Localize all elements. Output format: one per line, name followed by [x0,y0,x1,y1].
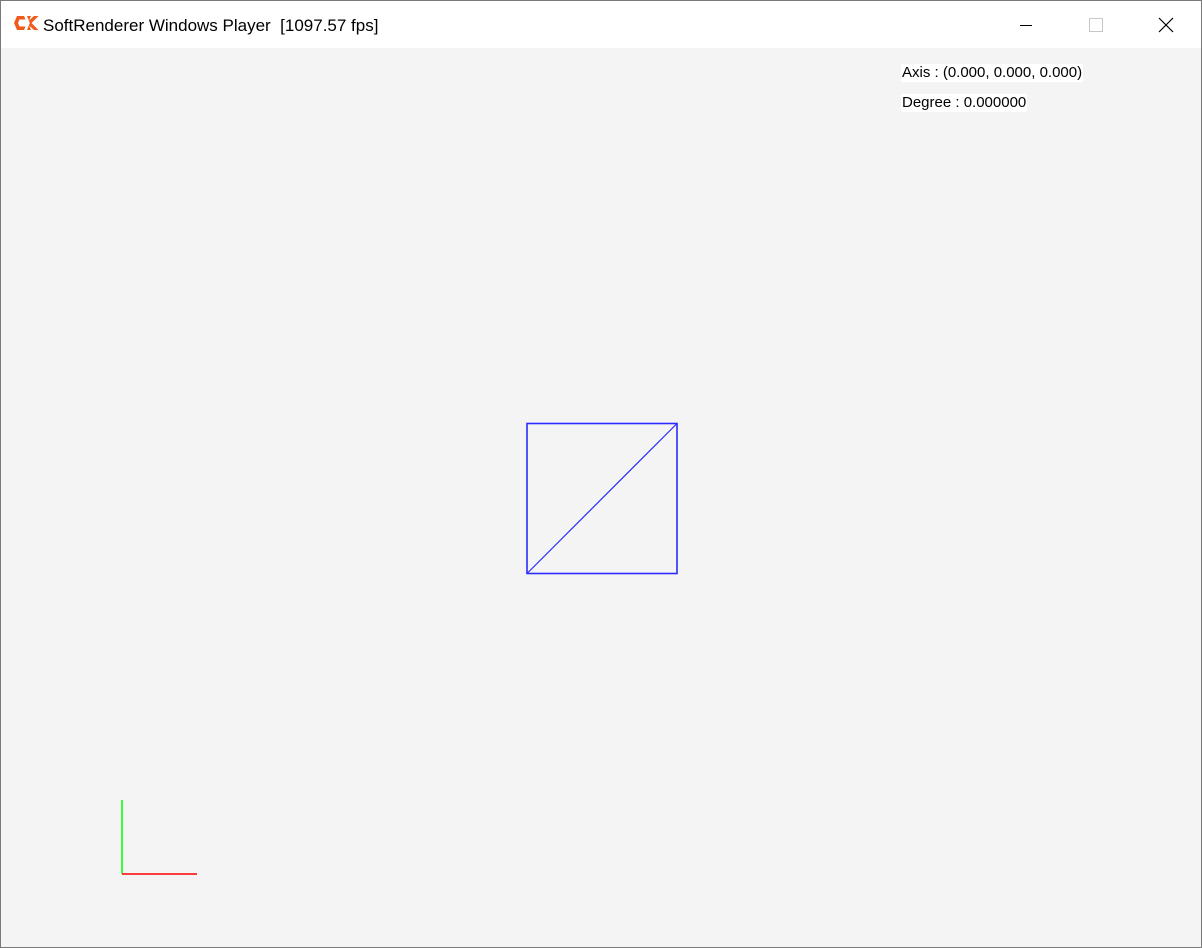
ck-logo-icon [14,16,39,30]
minimize-icon [1020,24,1032,26]
axis-readout: Axis : (0.000, 0.000, 0.000) [901,64,1084,82]
title-bar[interactable]: SoftRenderer Windows Player [1097.57 fps… [1,1,1201,48]
render-viewport[interactable]: Axis : (0.000, 0.000, 0.000) Degree : 0.… [1,48,1201,947]
quad-diagonal [526,423,678,574]
softrenderer-window: SoftRenderer Windows Player [1097.57 fps… [0,0,1202,948]
render-canvas [121,422,678,875]
window-title: SoftRenderer Windows Player [1097.57 fps… [43,16,379,35]
close-icon [1158,17,1174,32]
maximize-icon [1089,17,1103,32]
degree-readout: Degree : 0.000000 [901,94,1028,112]
maximize-button[interactable] [1061,1,1131,48]
close-button[interactable] [1131,1,1201,48]
minimize-button[interactable] [991,1,1061,48]
